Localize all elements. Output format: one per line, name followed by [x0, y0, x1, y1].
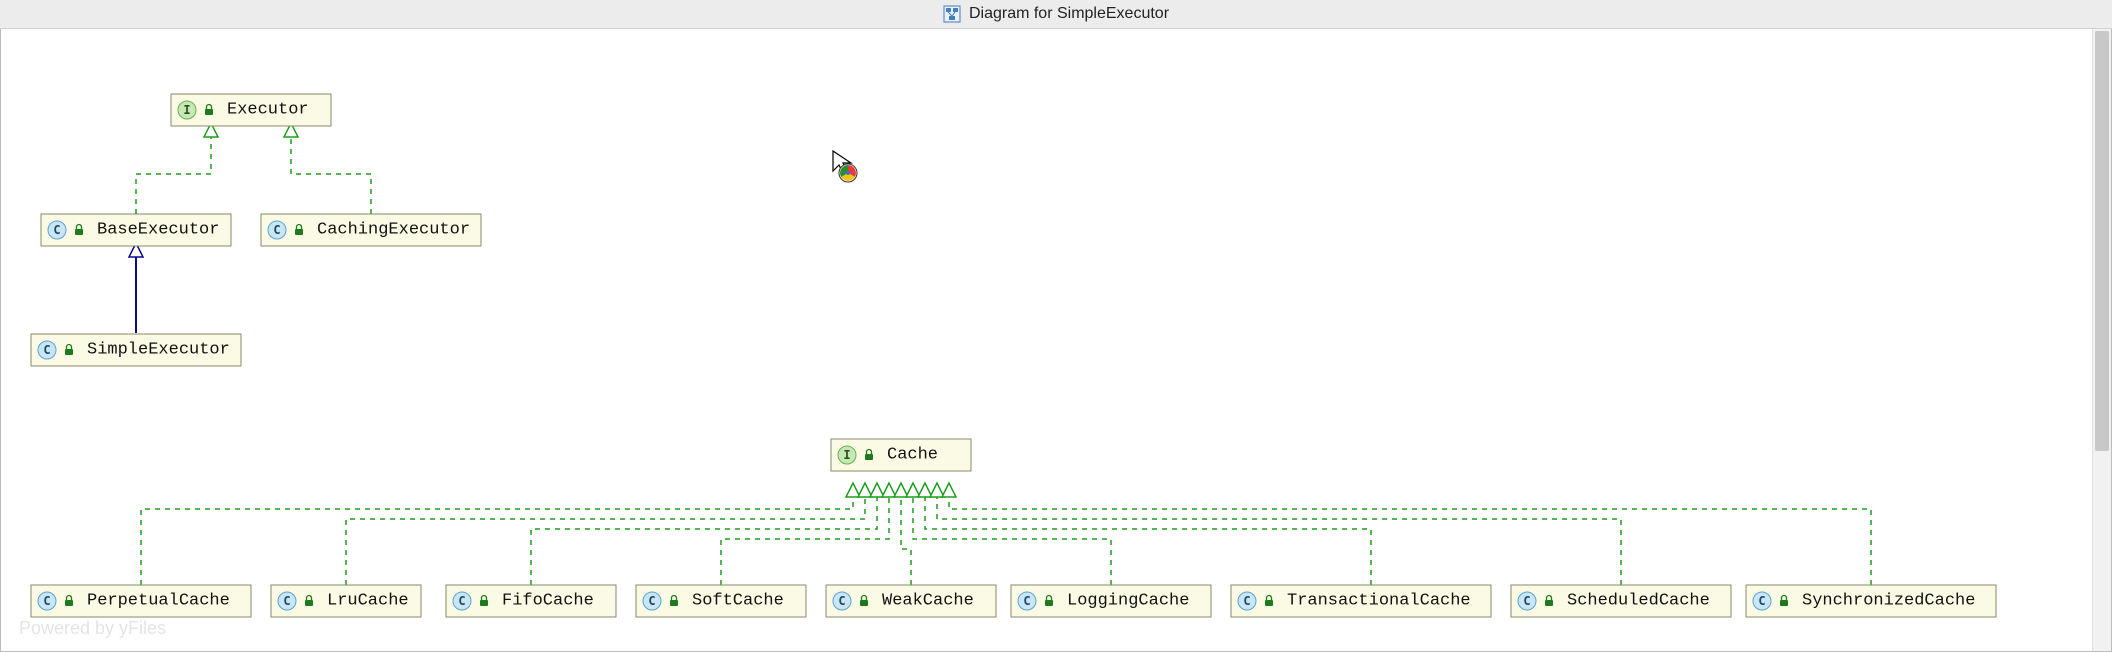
node-weakcache[interactable]: WeakCache	[826, 585, 996, 617]
node-lrucache[interactable]: LruCache	[271, 585, 421, 617]
node-label: ScheduledCache	[1567, 592, 1710, 611]
node-loggingcache[interactable]: LoggingCache	[1011, 585, 1211, 617]
edge-transactionalcache-cache	[925, 497, 1371, 585]
node-scheduledcache[interactable]: ScheduledCache	[1511, 585, 1731, 617]
title-bar: Diagram for SimpleExecutor	[0, 0, 2112, 29]
edge-lrucache-cache	[346, 497, 865, 585]
edge-fifocache-cache	[531, 497, 877, 585]
node-label: CachingExecutor	[317, 221, 470, 240]
node-label: LoggingCache	[1067, 592, 1189, 611]
node-label: Cache	[887, 446, 938, 465]
edge-cachingexecutor-executor	[291, 137, 371, 214]
edge-weakcache-cache	[901, 497, 911, 585]
arrowhead	[858, 483, 872, 497]
edge-synchronizedcache-cache	[949, 497, 1871, 585]
arrowhead	[894, 483, 908, 497]
diagram-icon	[943, 5, 961, 23]
node-fifocache[interactable]: FifoCache	[446, 585, 616, 617]
node-cache[interactable]: Cache	[831, 439, 971, 471]
node-transactionalcache[interactable]: TransactionalCache	[1231, 585, 1491, 617]
cursor-icon	[831, 149, 861, 190]
arrowhead	[930, 483, 944, 497]
arrowhead	[870, 483, 884, 497]
arrowhead	[942, 483, 956, 497]
node-label: TransactionalCache	[1287, 592, 1471, 611]
node-label: SimpleExecutor	[87, 341, 230, 360]
node-cachingexecutor[interactable]: CachingExecutor	[261, 214, 481, 246]
node-simpleexecutor[interactable]: SimpleExecutor	[31, 334, 241, 366]
node-label: SynchronizedCache	[1802, 592, 1975, 611]
node-label: BaseExecutor	[97, 221, 219, 240]
node-synchronizedcache[interactable]: SynchronizedCache	[1746, 585, 1996, 617]
window-title: Diagram for SimpleExecutor	[969, 5, 1169, 23]
node-executor[interactable]: Executor	[171, 94, 331, 126]
node-perpetualcache[interactable]: PerpetualCache	[31, 585, 251, 617]
node-label: SoftCache	[692, 592, 784, 611]
node-softcache[interactable]: SoftCache	[636, 585, 806, 617]
edge-scheduledcache-cache	[937, 497, 1621, 585]
node-label: Executor	[227, 101, 309, 120]
arrowhead	[918, 483, 932, 497]
arrowhead	[882, 483, 896, 497]
node-label: WeakCache	[882, 592, 974, 611]
node-baseexecutor[interactable]: BaseExecutor	[41, 214, 231, 246]
arrowhead	[906, 483, 920, 497]
watermark: Powered by yFiles	[19, 618, 166, 639]
arrowhead	[846, 483, 860, 497]
diagram-canvas[interactable]: I C	[0, 29, 2112, 652]
edge-softcache-cache	[721, 497, 889, 585]
scrollbar-thumb[interactable]	[2095, 31, 2109, 451]
node-label: LruCache	[327, 592, 409, 611]
node-label: PerpetualCache	[87, 592, 230, 611]
edge-perpetualcache-cache	[141, 497, 853, 585]
edge-loggingcache-cache	[913, 497, 1111, 585]
vertical-scrollbar[interactable]	[2092, 29, 2111, 651]
edge-baseexecutor-executor	[136, 137, 211, 214]
node-label: FifoCache	[502, 592, 594, 611]
